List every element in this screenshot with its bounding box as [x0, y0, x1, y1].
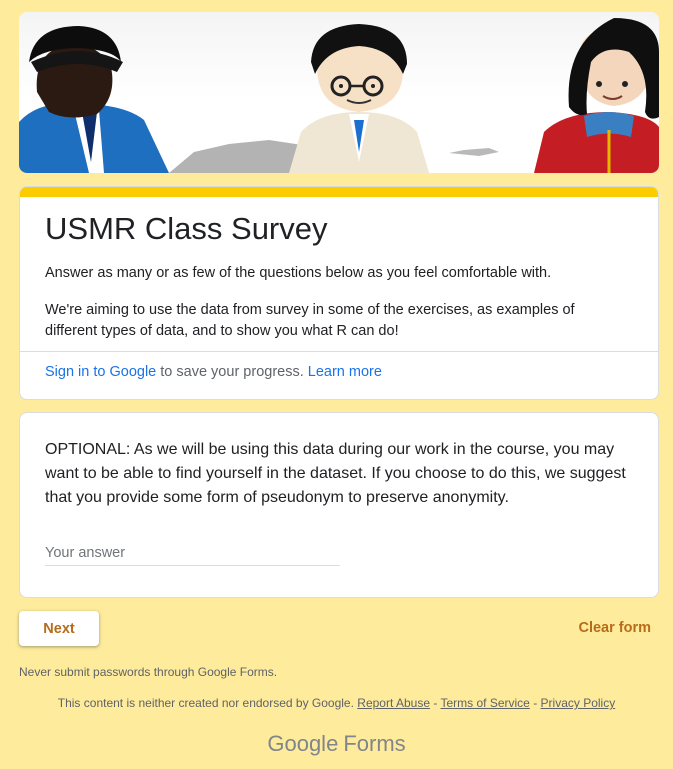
signin-row: Sign in to Google to save your progress.… — [45, 364, 382, 380]
terms-link[interactable]: Terms of Service — [440, 696, 529, 710]
privacy-link[interactable]: Privacy Policy — [541, 696, 616, 710]
next-button[interactable]: Next — [19, 611, 99, 646]
accent-bar — [20, 187, 658, 197]
header-image — [19, 12, 659, 173]
footer-separator: - — [533, 696, 538, 710]
google-forms-logo[interactable]: Google Forms — [0, 731, 673, 757]
learn-more-link[interactable]: Learn more — [308, 364, 382, 380]
form-title: USMR Class Survey — [45, 211, 328, 246]
question-card: OPTIONAL: As we will be using this data … — [19, 412, 659, 598]
signin-link[interactable]: Sign in to Google — [45, 364, 156, 380]
divider — [20, 351, 658, 352]
form-description-2: We're aiming to use the data from survey… — [45, 302, 575, 339]
disclaimer-text: This content is neither created nor endo… — [57, 696, 354, 710]
question-text: OPTIONAL: As we will be using this data … — [45, 441, 626, 506]
form-header-card: USMR Class Survey Answer as many or as f… — [19, 186, 659, 400]
brand-forms: Forms — [343, 731, 406, 756]
form-description-1: Answer as many or as few of the question… — [45, 265, 552, 281]
report-abuse-link[interactable]: Report Abuse — [357, 696, 430, 710]
signin-text: to save your progress. — [160, 364, 304, 380]
footer-separator: - — [433, 696, 438, 710]
right-figure — [534, 18, 659, 173]
brand-google: Google — [267, 731, 339, 756]
left-figure — [19, 26, 169, 173]
answer-input[interactable] — [45, 540, 340, 566]
clear-form-button[interactable]: Clear form — [578, 620, 651, 636]
password-warning: Never submit passwords through Google Fo… — [19, 665, 278, 679]
footer-disclaimer: This content is neither created nor endo… — [0, 696, 673, 710]
middle-figure — [289, 24, 429, 173]
